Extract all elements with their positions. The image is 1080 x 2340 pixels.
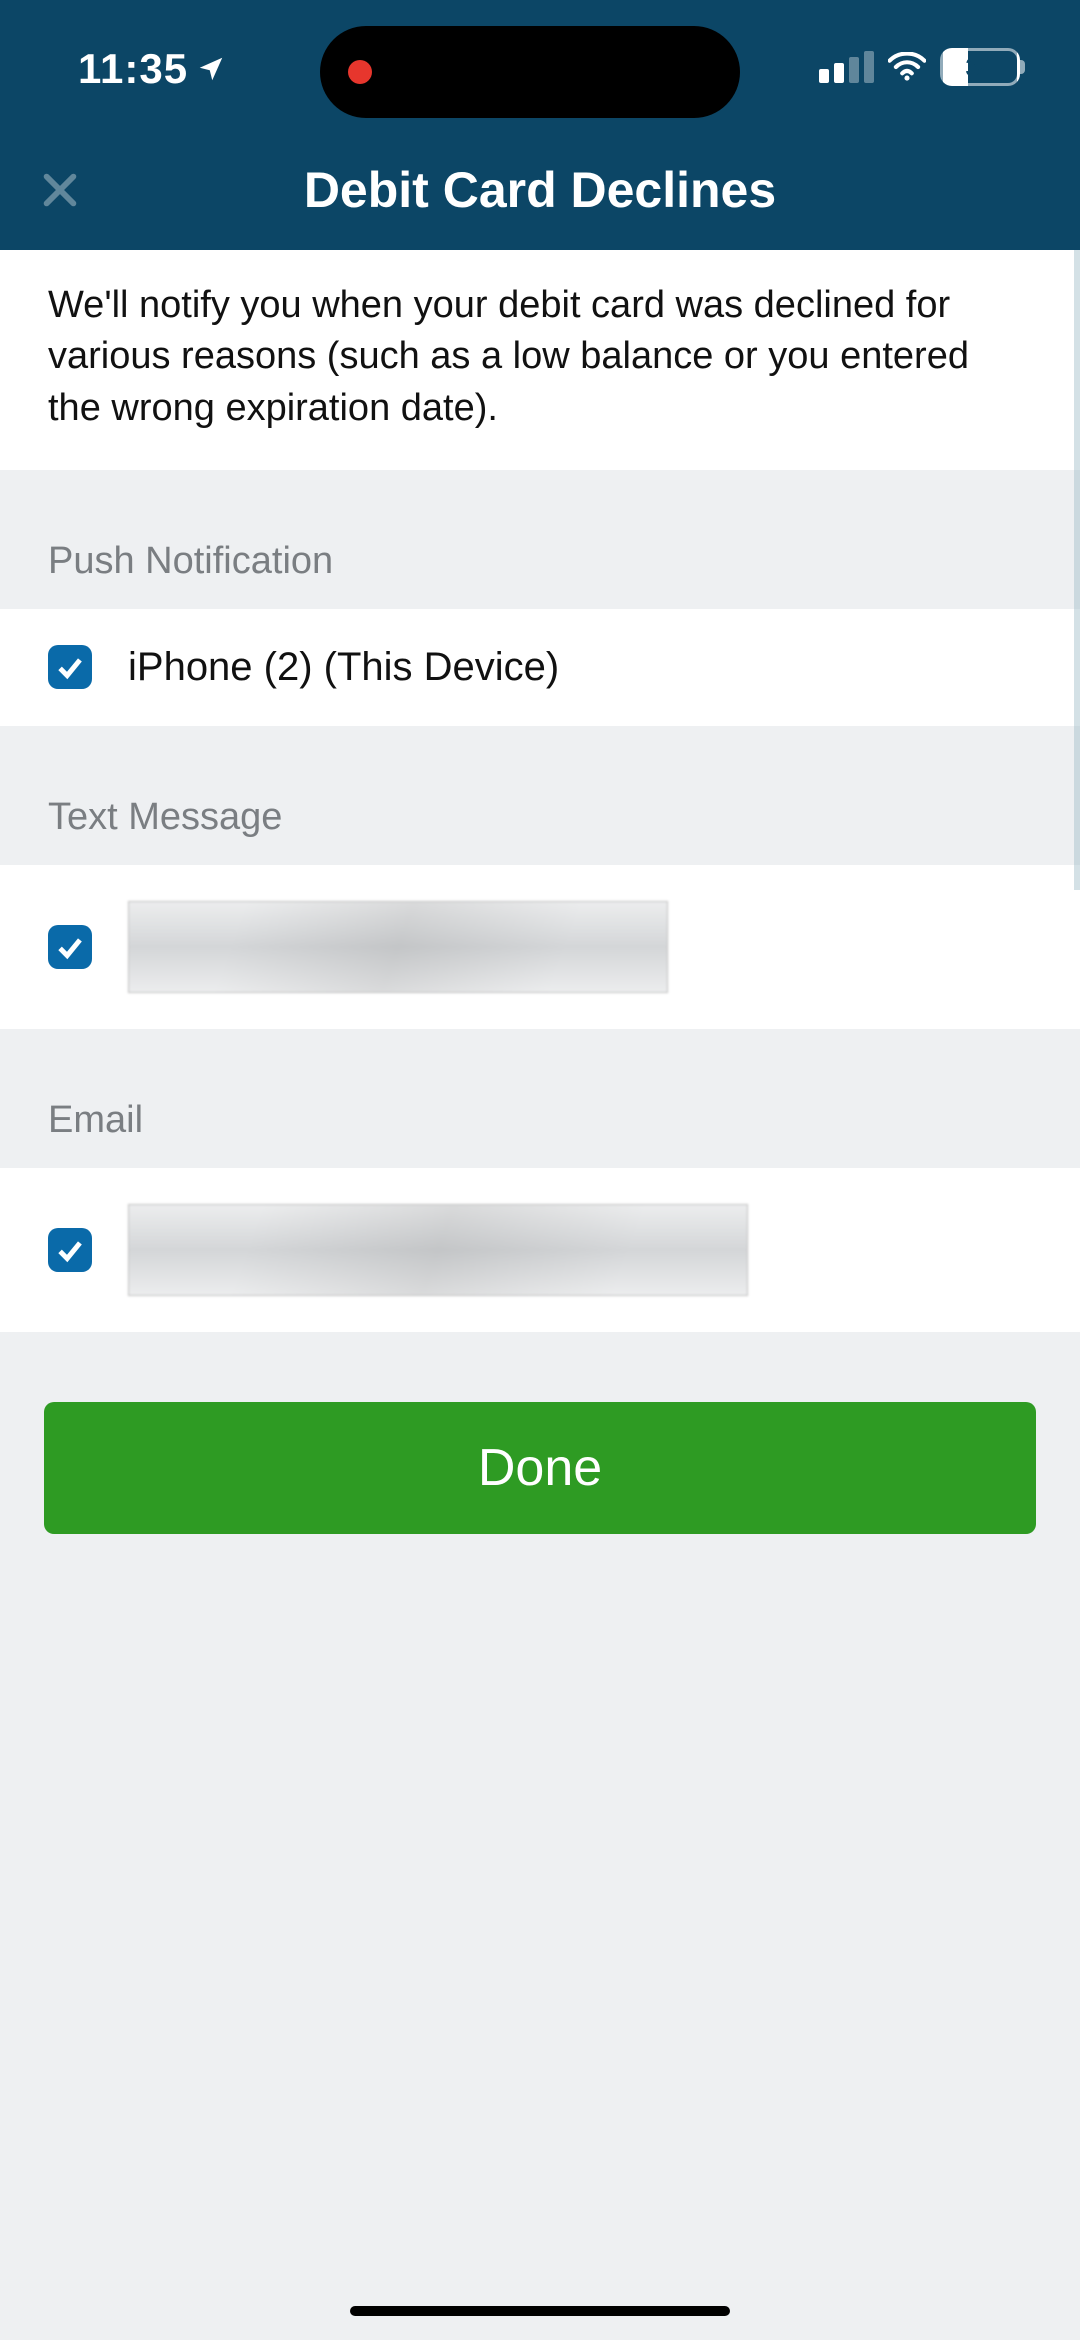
close-button[interactable] [30, 160, 90, 220]
check-icon [53, 1233, 87, 1267]
status-right: 34 [819, 48, 1020, 86]
status-bar: 11:35 34 [0, 0, 1080, 100]
battery-indicator: 34 [940, 48, 1020, 86]
recording-indicator-icon [348, 60, 372, 84]
app-header: 11:35 34 Debit Card Declines [0, 0, 1080, 250]
page-title: Debit Card Declines [304, 161, 776, 219]
email-checkbox[interactable] [48, 1228, 92, 1272]
location-arrow-icon [196, 54, 226, 84]
text-phone-redacted [128, 901, 668, 993]
text-checkbox[interactable] [48, 925, 92, 969]
section-header-text: Text Message [0, 726, 1080, 865]
status-time: 11:35 [78, 45, 226, 93]
action-area: Done [0, 1332, 1080, 1534]
push-device-row[interactable]: iPhone (2) (This Device) [0, 609, 1080, 726]
battery-percent: 34 [966, 52, 995, 83]
close-icon [37, 167, 83, 213]
push-checkbox[interactable] [48, 645, 92, 689]
right-edge-decor [1074, 250, 1080, 890]
text-phone-row[interactable] [0, 865, 1080, 1029]
done-button[interactable]: Done [44, 1402, 1036, 1534]
push-device-label: iPhone (2) (This Device) [128, 645, 559, 690]
status-time-text: 11:35 [78, 45, 188, 93]
wifi-icon [888, 52, 926, 82]
check-icon [53, 650, 87, 684]
email-redacted [128, 1204, 748, 1296]
check-icon [53, 930, 87, 964]
section-header-email: Email [0, 1029, 1080, 1168]
page-description: We'll notify you when your debit card wa… [0, 250, 1080, 470]
done-button-label: Done [478, 1438, 602, 1498]
nav-bar: Debit Card Declines [0, 130, 1080, 250]
cellular-signal-icon [819, 51, 874, 83]
home-indicator [350, 2306, 730, 2316]
dynamic-island [320, 26, 740, 118]
email-row[interactable] [0, 1168, 1080, 1332]
section-header-push: Push Notification [0, 470, 1080, 609]
